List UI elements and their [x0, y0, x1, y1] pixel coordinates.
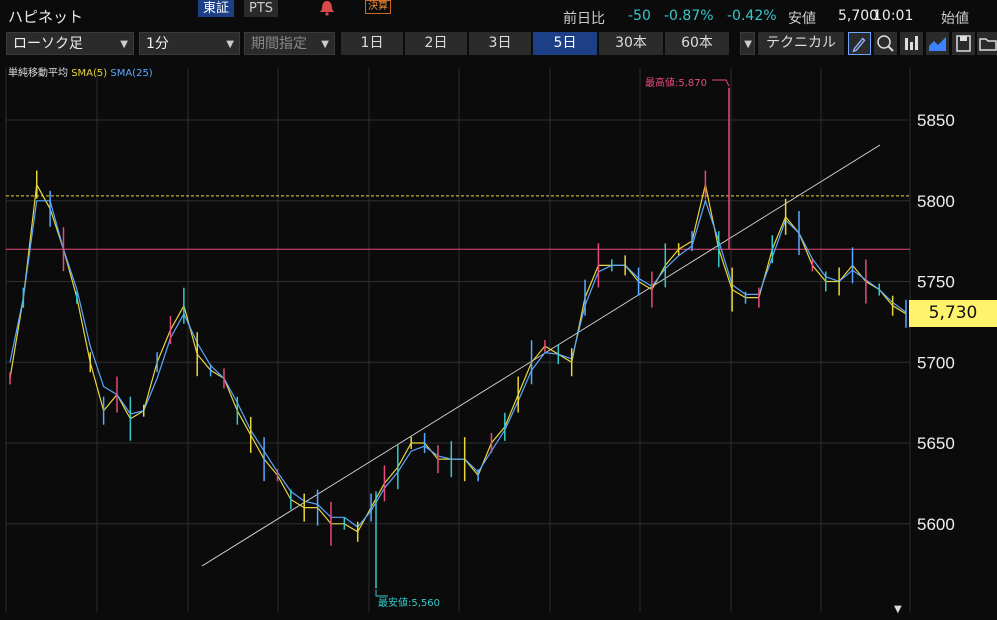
area-chart-icon[interactable] [926, 32, 949, 55]
y-tick-label: 5800 [917, 192, 955, 211]
period-5d[interactable]: 5日 [533, 32, 597, 55]
y-tick-label: 5700 [917, 353, 955, 372]
y-tick-label: 5600 [917, 515, 955, 534]
stock-name: ハピネット [8, 8, 84, 26]
chart-toolbar: ローソク足 ▼ 1分 ▼ 期間指定 ▼ 1日 2日 3日 5日 30本 60本 … [0, 30, 997, 58]
price-chart[interactable]: 5850 5800 5750 5700 5650 5600 [0, 58, 997, 620]
chevron-down-icon: ▼ [120, 39, 128, 50]
period-60[interactable]: 60本 [665, 32, 729, 55]
chevron-down-icon: ▼ [321, 39, 329, 50]
scroll-down-icon[interactable]: ▼ [894, 604, 902, 615]
y-tick-label: 5750 [917, 273, 955, 292]
range-value: 期間指定 [251, 36, 307, 52]
quote-header: ハピネット 東証 PTS 決算 前日比 -50 -0.87% -0.42% 安値… [0, 0, 997, 30]
low-label: 安値 [788, 11, 816, 27]
chevron-down-icon: ▼ [226, 39, 234, 50]
kessan-badge: 決算 [365, 0, 391, 14]
low-price-label: 最安値:5,560 [378, 598, 440, 609]
period-1d[interactable]: 1日 [341, 32, 403, 55]
chart-type-value: ローソク足 [13, 36, 83, 52]
high-price-label: 最高値:5,870 [645, 78, 707, 89]
change-percent: -0.87% [664, 8, 714, 24]
quote-time: 10:01 [873, 8, 914, 24]
period-2d[interactable]: 2日 [405, 32, 467, 55]
tab-tosho[interactable]: 東証 [198, 0, 235, 17]
period-more-select[interactable]: ▼ [740, 32, 755, 55]
open-label: 始値 [941, 11, 969, 27]
zoom-icon[interactable] [874, 32, 897, 55]
alert-bell-icon[interactable] [316, 0, 338, 16]
folder-icon[interactable] [977, 32, 997, 55]
interval-value: 1分 [146, 36, 169, 52]
current-price-tag: 5,730 [909, 300, 997, 327]
chart-type-select[interactable]: ローソク足 ▼ [6, 32, 134, 55]
draw-pen-icon[interactable] [848, 32, 871, 55]
chevron-down-icon: ▼ [744, 39, 752, 50]
y-tick-label: 5650 [917, 434, 955, 453]
range-select[interactable]: 期間指定 ▼ [244, 32, 335, 55]
change-percent-2: -0.42% [727, 8, 777, 24]
period-30[interactable]: 30本 [599, 32, 663, 55]
tab-pts[interactable]: PTS [244, 0, 279, 17]
volume-icon[interactable] [900, 32, 923, 55]
change-value: -50 [628, 8, 651, 24]
interval-select[interactable]: 1分 ▼ [139, 32, 240, 55]
y-tick-label: 5850 [917, 111, 955, 130]
technical-button[interactable]: テクニカル [758, 32, 844, 55]
save-icon[interactable] [952, 32, 975, 55]
period-3d[interactable]: 3日 [469, 32, 531, 55]
high-marker [712, 79, 730, 87]
change-label: 前日比 [563, 11, 605, 27]
